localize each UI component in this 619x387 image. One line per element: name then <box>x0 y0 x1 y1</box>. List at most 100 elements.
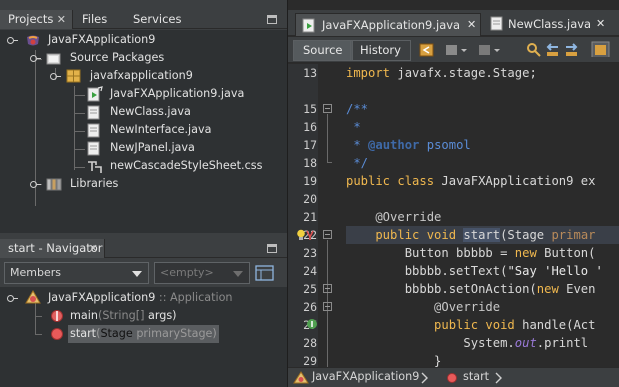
lightbulb-icon[interactable] <box>296 229 306 241</box>
collapse-toggle-icon[interactable] <box>7 293 18 303</box>
code-line[interactable]: public void start(Stage primar <box>346 226 596 244</box>
code-line[interactable]: bbbbb.setOnAction(new Even <box>346 280 596 298</box>
code-method-name: start <box>463 228 501 242</box>
filter-settings-icon[interactable] <box>255 264 275 282</box>
code-text: .printl <box>536 336 589 350</box>
code-line[interactable]: Button bbbbb = new Button( <box>346 244 596 262</box>
code-keyword: public void <box>346 318 515 332</box>
code-line[interactable]: */ <box>346 154 368 172</box>
chevron-right-icon <box>495 372 502 384</box>
tree-item-file[interactable]: JavaFXApplication9.java <box>110 85 244 103</box>
chevron-down-icon <box>132 271 142 277</box>
overrides-marker-icon[interactable] <box>306 229 314 241</box>
code-line[interactable]: bbbbb.setText("Say 'Hello ' <box>346 262 603 280</box>
breadcrumb: JavaFXApplication9 start <box>288 367 619 387</box>
minimize-icon[interactable] <box>267 15 277 24</box>
members-combo[interactable]: Members <box>4 262 149 284</box>
line-number: 25 <box>303 282 317 296</box>
method-icon <box>51 328 63 340</box>
code-text: Button bbbbb = <box>346 246 515 260</box>
tab-files-label: Files <box>82 12 108 26</box>
navigator-member-main[interactable]: main(String[] args) <box>70 307 177 325</box>
toggle-highlight-icon[interactable] <box>591 41 611 57</box>
tree-guide <box>75 113 85 114</box>
close-icon[interactable]: ✕ <box>89 239 98 258</box>
breadcrumb-item[interactable]: start <box>463 370 489 383</box>
editor-tab-newclass[interactable]: NewClass.java ✕ <box>484 13 619 36</box>
line-number: 24 <box>303 264 317 278</box>
filter-combo[interactable]: <empty> <box>154 262 250 284</box>
tab-services-label: Services <box>133 12 182 26</box>
tab-navigator[interactable]: start - Navigator ✕ <box>0 239 105 258</box>
code-line[interactable]: public class JavaFXApplication9 ex <box>346 172 596 190</box>
fold-toggle-icon[interactable] <box>323 284 332 293</box>
line-number: 16 <box>303 120 317 134</box>
code-line[interactable]: * @author psomol <box>346 136 470 154</box>
fold-toggle-icon[interactable] <box>323 302 332 311</box>
find-selection-icon[interactable] <box>526 42 542 58</box>
projects-tabbar: Projects ✕ Files Services <box>0 10 287 29</box>
code-line[interactable]: @Override <box>346 298 500 316</box>
members-combo-value: Members <box>10 266 61 279</box>
editor-toolbar: Source History <box>288 37 619 63</box>
line-number: 20 <box>303 192 317 206</box>
editor-tab-main[interactable]: JavaFXApplication9.java ✕ <box>295 13 481 36</box>
back-dropdown-icon[interactable] <box>445 42 469 58</box>
fold-toggle-icon[interactable] <box>323 230 332 239</box>
minimize-icon[interactable] <box>267 244 277 253</box>
code-comment: * <box>346 138 369 152</box>
collapse-toggle-icon[interactable] <box>50 71 61 81</box>
editor-tab-label: JavaFXApplication9.java <box>322 18 461 32</box>
expand-toggle-icon[interactable] <box>30 179 41 189</box>
tree-item-project[interactable]: JavaFXApplication9 <box>48 31 155 49</box>
code-text: handle(Act <box>514 318 596 332</box>
collapse-toggle-icon[interactable] <box>30 53 41 63</box>
find-next-icon[interactable] <box>564 42 580 58</box>
code-line[interactable]: * <box>346 118 360 136</box>
code-line[interactable]: /** <box>346 100 368 118</box>
code-parameter: primar <box>551 228 596 242</box>
code-text: Button( <box>536 246 596 260</box>
tab-files[interactable]: Files <box>74 10 124 29</box>
code-line[interactable]: System.out.printl <box>346 334 588 352</box>
code-text: bbbbb.setText( <box>346 264 508 278</box>
tree-item-file[interactable]: NewJPanel.java <box>110 139 195 157</box>
tab-projects-label: Projects <box>8 12 54 26</box>
tree-guide <box>35 303 36 335</box>
forward-dropdown-icon[interactable] <box>478 42 502 58</box>
code-line[interactable]: public void handle(Act <box>346 316 595 334</box>
source-button[interactable]: Source <box>293 40 353 61</box>
last-edit-icon[interactable] <box>419 42 435 58</box>
close-icon[interactable]: ✕ <box>596 13 605 35</box>
member-param-type: (String[] <box>97 309 145 322</box>
java-main-class-icon <box>302 18 315 33</box>
tab-projects[interactable]: Projects ✕ <box>0 10 73 29</box>
tree-guide <box>36 334 42 335</box>
collapse-toggle-icon[interactable] <box>7 35 18 45</box>
close-icon[interactable]: ✕ <box>57 10 66 29</box>
tree-item-file[interactable]: newCascadeStyleSheet.css <box>110 157 262 175</box>
navigator-member-start[interactable]: start(Stage primaryStage) <box>68 325 219 343</box>
close-icon[interactable]: ✕ <box>467 14 476 36</box>
tree-item-libraries[interactable]: Libraries <box>70 175 118 193</box>
line-number: 26 <box>303 300 317 314</box>
code-static-field: out <box>514 336 537 350</box>
find-previous-icon[interactable] <box>544 42 560 58</box>
history-button[interactable]: History <box>350 40 411 61</box>
java-class-file-icon <box>490 16 503 31</box>
code-text: bbbbb.setOnAction( <box>346 282 537 296</box>
breadcrumb-item[interactable]: JavaFXApplication9 <box>312 370 419 383</box>
implements-marker-icon[interactable] <box>306 318 318 330</box>
chevron-right-icon <box>421 372 428 384</box>
code-line[interactable]: @Override <box>346 208 441 226</box>
tree-item-file[interactable]: NewInterface.java <box>110 121 212 139</box>
tab-services[interactable]: Services <box>125 10 195 29</box>
code-keyword: new <box>536 282 559 296</box>
tree-item-file[interactable]: NewClass.java <box>110 103 191 121</box>
tree-item-package[interactable]: javafxapplication9 <box>90 67 193 85</box>
tree-item-source-packages[interactable]: Source Packages <box>70 49 164 67</box>
fold-toggle-icon[interactable] <box>323 104 332 113</box>
navigator-class-item[interactable]: JavaFXApplication9 :: Application <box>48 289 233 307</box>
code-line[interactable]: import javafx.stage.Stage; <box>346 64 537 82</box>
line-number: 21 <box>303 210 317 224</box>
